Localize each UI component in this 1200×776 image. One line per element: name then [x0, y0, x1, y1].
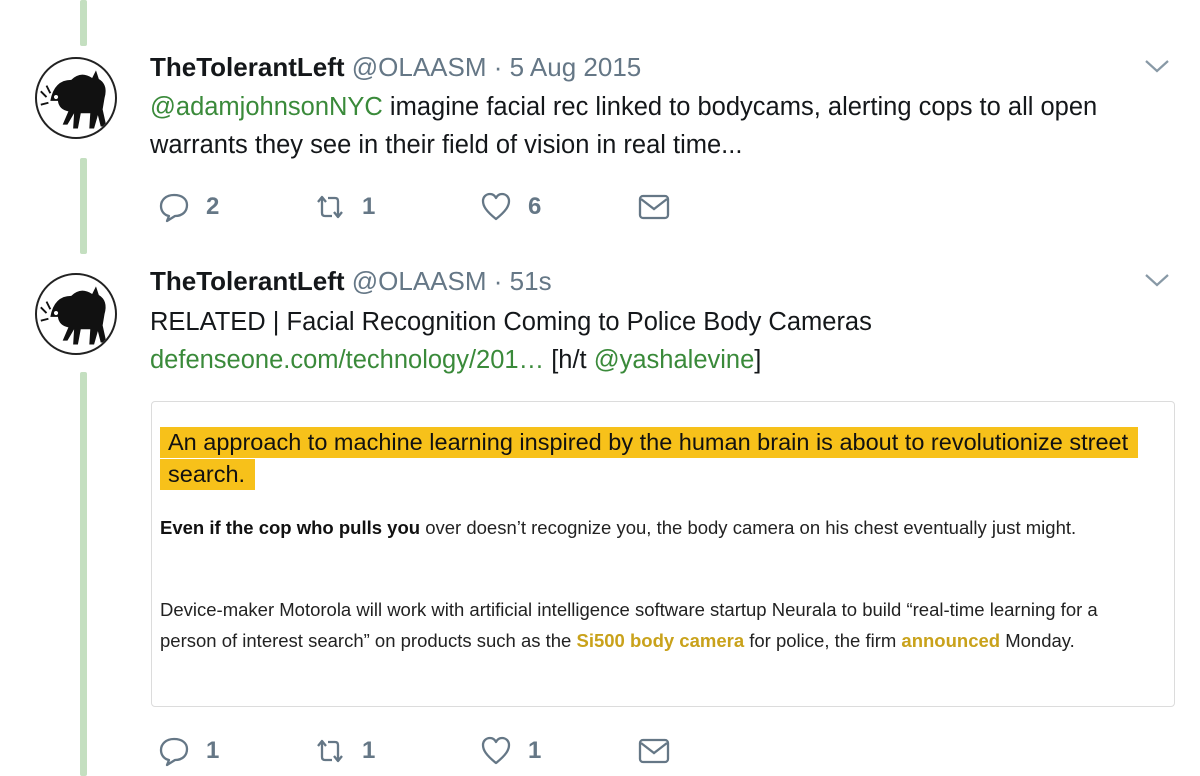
- direct-message-button[interactable]: [638, 734, 670, 768]
- avatar[interactable]: [35, 57, 117, 139]
- thread-line-top: [80, 0, 87, 46]
- previous-tweet-icons: [158, 0, 678, 6]
- card-paragraph-1: Even if the cop who pulls you over doesn…: [160, 512, 1150, 543]
- hat-tip-prefix: [h/t: [544, 346, 594, 374]
- reply-button[interactable]: 2: [158, 190, 219, 224]
- announced-link[interactable]: announced: [901, 630, 1000, 651]
- tweet-actions: 1 1 1: [158, 734, 678, 768]
- reply-button[interactable]: 1: [158, 734, 219, 768]
- separator-dot: ·: [493, 266, 503, 296]
- paragraph-2-b: for police, the firm: [744, 630, 902, 651]
- chevron-down-icon[interactable]: [1144, 272, 1170, 288]
- mail-icon: [638, 738, 670, 764]
- mention-link[interactable]: @adamjohnsonNYC: [150, 93, 383, 121]
- card-paragraph-2: Device-maker Motorola will work with art…: [160, 594, 1150, 656]
- reply-count: 1: [206, 737, 220, 764]
- card-headline: An approach to machine learning inspired…: [160, 426, 1156, 490]
- user-handle[interactable]: @OLAASM: [352, 266, 487, 296]
- reply-count: 2: [206, 193, 220, 220]
- retweet-icon: [317, 739, 343, 763]
- heart-icon: [481, 192, 511, 221]
- hat-tip-suffix: ]: [754, 346, 762, 374]
- chevron-down-icon[interactable]: [1144, 58, 1170, 74]
- article-link[interactable]: defenseone.com/technology/201…: [150, 346, 544, 374]
- black-cat-icon: [40, 286, 107, 345]
- direct-message-button[interactable]: [638, 190, 670, 224]
- link-card[interactable]: An approach to machine learning inspired…: [151, 401, 1175, 707]
- tweet-actions: 2 1 6: [158, 190, 678, 224]
- display-name[interactable]: TheTolerantLeft: [150, 52, 345, 82]
- like-count: 6: [528, 193, 542, 220]
- retweet-button[interactable]: 1: [314, 190, 375, 224]
- user-handle[interactable]: @OLAASM: [352, 52, 487, 82]
- retweet-button[interactable]: 1: [314, 734, 375, 768]
- timestamp[interactable]: 51s: [510, 266, 552, 296]
- heart-icon: [481, 736, 511, 765]
- mention-link[interactable]: @yashalevine: [594, 346, 755, 374]
- like-button[interactable]: 6: [480, 190, 541, 224]
- highlighted-headline: An approach to machine learning inspired…: [160, 427, 1139, 490]
- si500-link[interactable]: Si500 body camera: [576, 630, 744, 651]
- like-button[interactable]: 1: [480, 734, 541, 768]
- paragraph-1-rest: over doesn’t recognize you, the body cam…: [420, 517, 1077, 538]
- retweet-count: 1: [362, 193, 376, 220]
- tweet-text: @adamjohnsonNYC imagine facial rec linke…: [150, 88, 1170, 164]
- mail-icon: [638, 194, 670, 220]
- bold-lead: Even if the cop who pulls you: [160, 517, 421, 538]
- tweet-body-line1: RELATED | Facial Recognition Coming to P…: [150, 308, 872, 336]
- like-count: 1: [528, 737, 542, 764]
- avatar[interactable]: [35, 273, 117, 355]
- timestamp[interactable]: 5 Aug 2015: [510, 52, 642, 82]
- paragraph-2-c: Monday.: [1000, 630, 1075, 651]
- retweet-count: 1: [362, 737, 376, 764]
- previous-tweet-actions: [158, 0, 678, 6]
- tweet-header: TheTolerantLeft @OLAASM · 51s: [150, 266, 552, 296]
- thread-line-bottom: [80, 372, 87, 776]
- display-name[interactable]: TheTolerantLeft: [150, 266, 345, 296]
- black-cat-icon: [40, 70, 107, 129]
- thread-line-middle: [80, 158, 87, 254]
- separator-dot: ·: [493, 52, 503, 82]
- reply-icon: [159, 737, 189, 767]
- tweet-header: TheTolerantLeft @OLAASM · 5 Aug 2015: [150, 52, 641, 82]
- tweet-text: RELATED | Facial Recognition Coming to P…: [150, 303, 1170, 379]
- retweet-icon: [317, 195, 343, 219]
- reply-icon: [159, 193, 189, 223]
